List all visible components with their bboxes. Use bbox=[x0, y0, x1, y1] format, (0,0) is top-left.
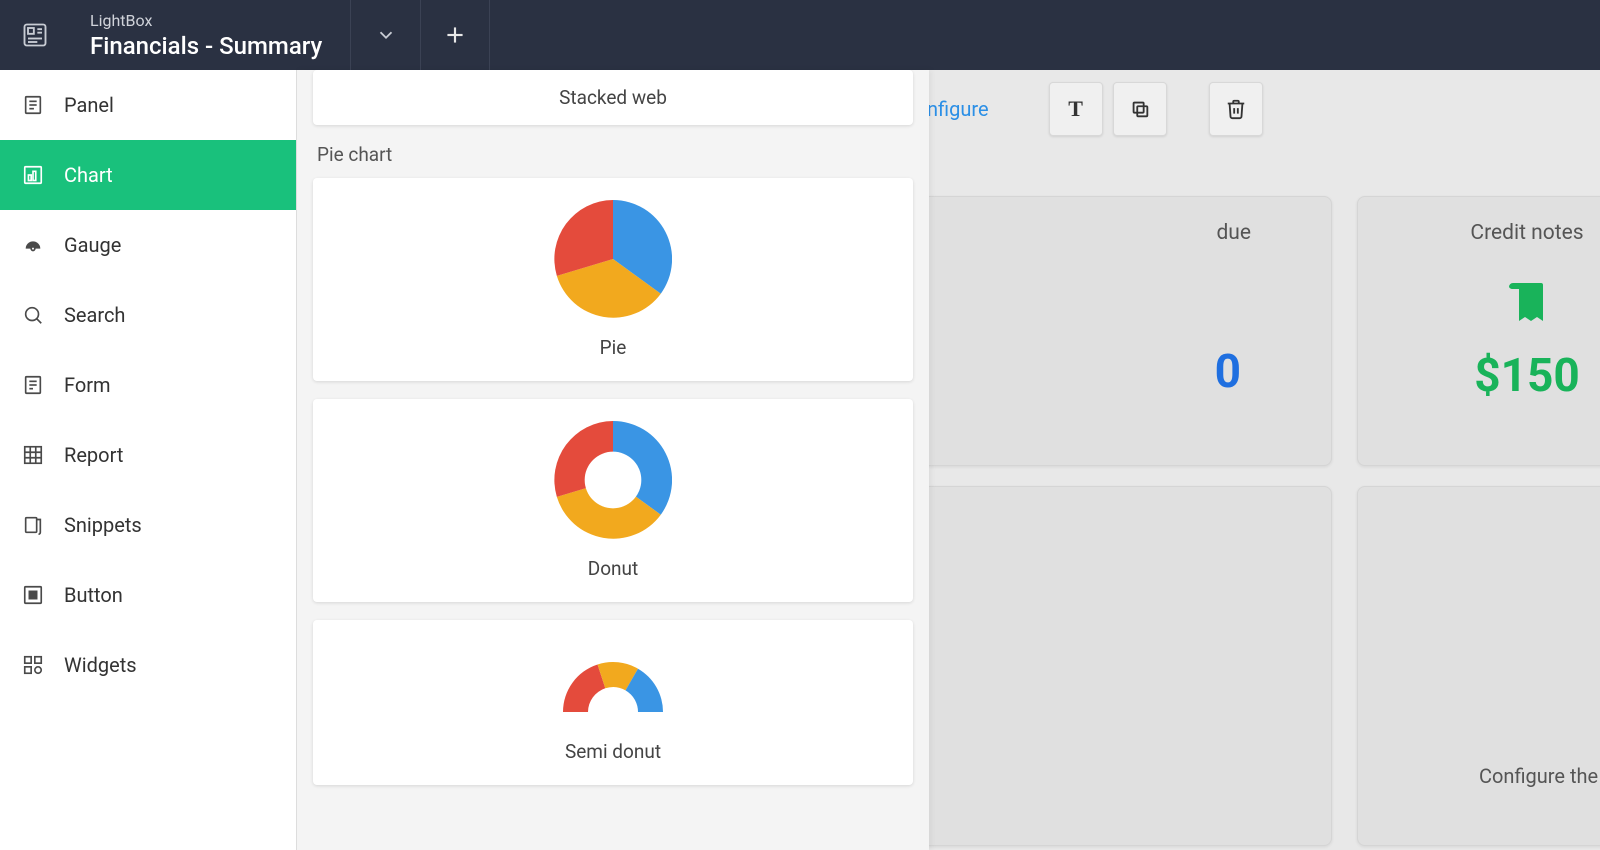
pie-chart-icon bbox=[554, 200, 672, 318]
card-title: Credit notes bbox=[1358, 197, 1600, 245]
copy-button[interactable] bbox=[1113, 82, 1167, 136]
widgets-icon bbox=[22, 654, 52, 676]
sidebar-item-label: Form bbox=[64, 373, 111, 397]
sidebar-item-widgets[interactable]: Widgets bbox=[0, 630, 296, 700]
sidebar-item-label: Widgets bbox=[64, 653, 137, 677]
card-value: $150 bbox=[1358, 349, 1600, 403]
topbar: LightBox Financials - Summary bbox=[0, 0, 1600, 70]
card-chart-placeholder[interactable] bbox=[1357, 486, 1600, 846]
form-icon bbox=[22, 374, 52, 396]
snippets-icon bbox=[22, 514, 52, 536]
add-page-button[interactable] bbox=[420, 0, 490, 70]
chart-option-pie[interactable]: Pie bbox=[313, 178, 913, 381]
app-logo-icon[interactable] bbox=[0, 0, 70, 70]
chart-option-semi-donut[interactable]: Semi donut bbox=[313, 620, 913, 785]
sidebar-item-gauge[interactable]: Gauge bbox=[0, 210, 296, 280]
breadcrumb: LightBox bbox=[90, 11, 342, 30]
search-icon bbox=[22, 304, 52, 326]
trash-icon bbox=[1225, 98, 1247, 120]
card-invoices-due[interactable]: due 0 bbox=[872, 196, 1332, 466]
sidebar-item-label: Report bbox=[64, 443, 123, 467]
chart-config-hint: Configure the chart type and data to b bbox=[1479, 764, 1600, 788]
chart-icon bbox=[22, 164, 52, 186]
sidebar-item-label: Search bbox=[64, 303, 125, 327]
card-value: 0 bbox=[873, 345, 1331, 399]
sidebar-item-button[interactable]: Button bbox=[0, 560, 296, 630]
card-partial-lower-left[interactable] bbox=[872, 486, 1332, 846]
sidebar-item-search[interactable]: Search bbox=[0, 280, 296, 350]
chart-option-donut[interactable]: Donut bbox=[313, 399, 913, 602]
sidebar-item-label: Chart bbox=[64, 163, 113, 187]
panel-icon bbox=[22, 94, 52, 116]
sidebar-item-form[interactable]: Form bbox=[0, 350, 296, 420]
donut-chart-icon bbox=[554, 421, 672, 539]
page-dropdown-button[interactable] bbox=[350, 0, 420, 70]
button-icon bbox=[22, 584, 52, 606]
sidebar-item-label: Panel bbox=[64, 93, 114, 117]
sidebar-item-report[interactable]: Report bbox=[0, 420, 296, 490]
chart-option-label: Donut bbox=[588, 557, 639, 580]
component-sidebar: Panel Chart Gauge Search Form bbox=[0, 70, 297, 850]
chart-option-label: Pie bbox=[600, 336, 627, 359]
sidebar-item-chart[interactable]: Chart bbox=[0, 140, 296, 210]
sidebar-item-snippets[interactable]: Snippets bbox=[0, 490, 296, 560]
text-icon: T bbox=[1068, 96, 1083, 122]
semi-donut-chart-icon bbox=[548, 642, 678, 722]
chart-option-stacked-web[interactable]: Stacked web bbox=[313, 70, 913, 125]
text-tool-button[interactable]: T bbox=[1049, 82, 1103, 136]
card-credit-notes[interactable]: Credit notes $150 bbox=[1357, 196, 1600, 466]
gauge-icon bbox=[22, 234, 52, 256]
sidebar-item-label: Gauge bbox=[64, 233, 121, 257]
sidebar-item-label: Button bbox=[64, 583, 123, 607]
page-title-block: LightBox Financials - Summary bbox=[70, 11, 350, 60]
delete-button[interactable] bbox=[1209, 82, 1263, 136]
page-title: Financials - Summary bbox=[90, 32, 342, 60]
configure-link[interactable]: nfigure bbox=[927, 82, 1007, 136]
copy-icon bbox=[1129, 98, 1151, 120]
card-title: due bbox=[873, 197, 1331, 245]
report-icon bbox=[22, 444, 52, 466]
receipt-icon bbox=[1503, 279, 1551, 327]
chart-option-label: Stacked web bbox=[559, 86, 667, 109]
chart-option-label: Semi donut bbox=[565, 740, 661, 763]
picker-section-label: Pie chart bbox=[317, 143, 913, 166]
sidebar-item-panel[interactable]: Panel bbox=[0, 70, 296, 140]
chart-type-picker: Stacked web Pie chart Pie Donut bbox=[297, 70, 929, 850]
sidebar-item-label: Snippets bbox=[64, 513, 142, 537]
